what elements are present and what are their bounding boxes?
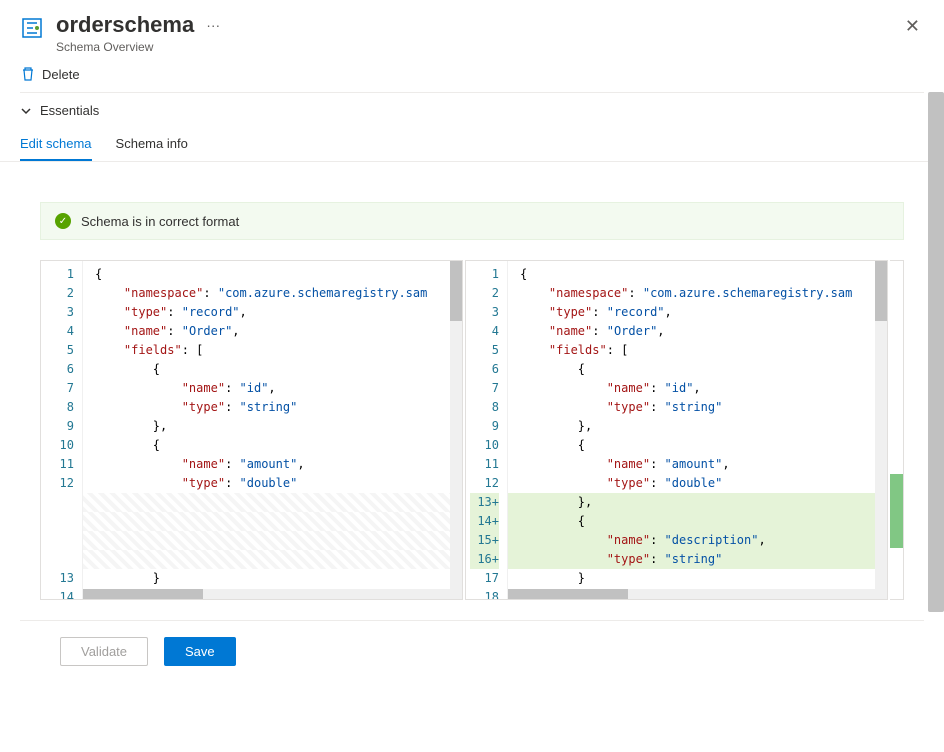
status-message: Schema is in correct format xyxy=(81,214,239,229)
hscroll-right[interactable] xyxy=(508,589,875,599)
check-icon: ✓ xyxy=(55,213,71,229)
header: orderschema ··· Schema Overview ✕ xyxy=(0,0,944,62)
tab-edit-schema[interactable]: Edit schema xyxy=(20,128,92,161)
page-subtitle: Schema Overview xyxy=(56,40,901,54)
toolbar: Delete xyxy=(0,62,944,92)
essentials-label: Essentials xyxy=(40,103,99,118)
tab-schema-info[interactable]: Schema info xyxy=(116,128,188,161)
diff-editor: 123456789101112 1314 { "namespace": "com… xyxy=(40,260,904,600)
editor-original[interactable]: 123456789101112 1314 { "namespace": "com… xyxy=(40,260,463,600)
trash-icon xyxy=(20,66,36,82)
vscroll-left[interactable] xyxy=(450,261,462,599)
tabs: Edit schema Schema info xyxy=(0,128,944,162)
content: ✓ Schema is in correct format 1234567891… xyxy=(0,162,944,620)
validate-button[interactable]: Validate xyxy=(60,637,148,666)
essentials-toggle[interactable]: Essentials xyxy=(0,93,944,128)
page-scrollbar[interactable] xyxy=(928,92,944,752)
gutter-right: 12345678910111213+14+15+16+1718 xyxy=(466,261,508,599)
save-button[interactable]: Save xyxy=(164,637,236,666)
diff-overview[interactable] xyxy=(890,260,904,600)
close-button[interactable]: ✕ xyxy=(901,12,924,41)
schema-icon xyxy=(20,16,44,40)
editor-modified[interactable]: 12345678910111213+14+15+16+1718 { "names… xyxy=(465,260,888,600)
status-bar: ✓ Schema is in correct format xyxy=(40,202,904,240)
delete-button[interactable]: Delete xyxy=(20,66,924,82)
code-left[interactable]: { "namespace": "com.azure.schemaregistry… xyxy=(83,261,462,599)
delete-label: Delete xyxy=(42,67,80,82)
footer: Validate Save xyxy=(20,620,924,682)
chevron-down-icon xyxy=(20,105,32,117)
hscroll-left[interactable] xyxy=(83,589,450,599)
vscroll-right[interactable] xyxy=(875,261,887,599)
page-title: orderschema xyxy=(56,12,194,38)
gutter-left: 123456789101112 1314 xyxy=(41,261,83,599)
more-icon[interactable]: ··· xyxy=(206,17,220,33)
code-right[interactable]: { "namespace": "com.azure.schemaregistry… xyxy=(508,261,887,599)
